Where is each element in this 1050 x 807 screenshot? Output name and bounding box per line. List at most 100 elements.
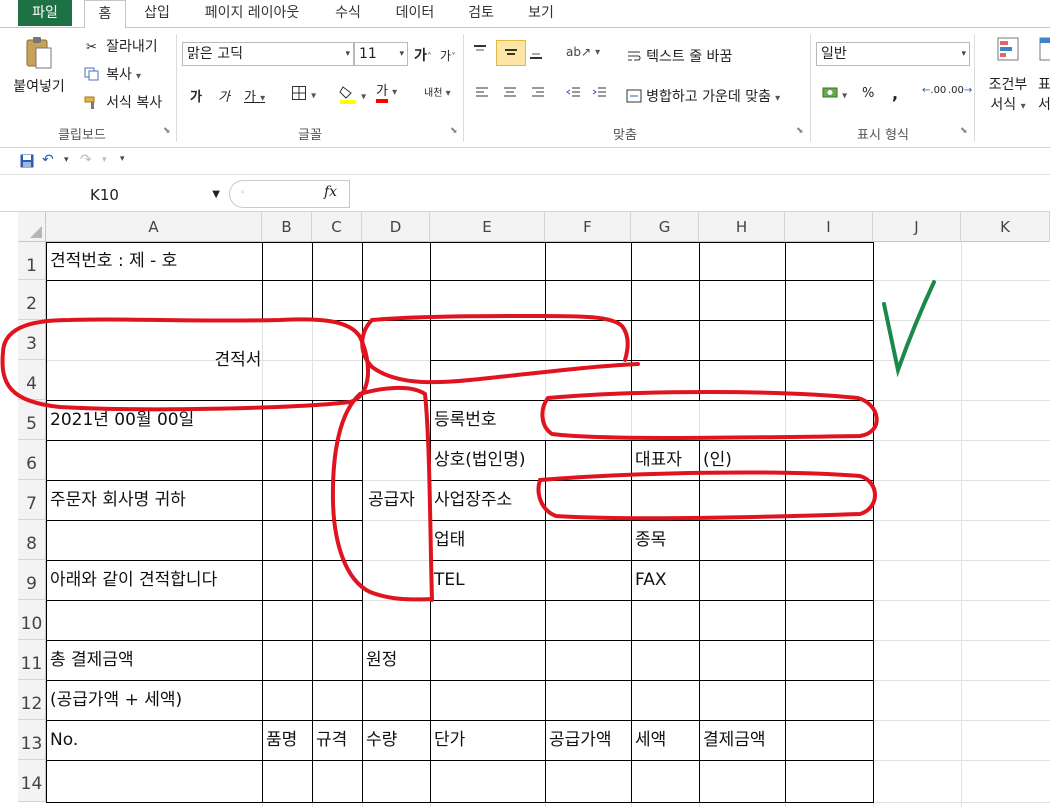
- tab-review[interactable]: 검토: [460, 0, 502, 28]
- font-size-combo[interactable]: 11 ▾: [354, 42, 408, 66]
- accounting-format-button[interactable]: ▾: [822, 86, 847, 104]
- formula-input[interactable]: [349, 180, 1050, 208]
- cell-a7[interactable]: 주문자 회사명 귀하: [50, 489, 186, 511]
- align-bottom-button[interactable]: [528, 46, 544, 64]
- customize-toolbar-icon[interactable]: ▾: [120, 154, 125, 164]
- cell-a9[interactable]: 아래와 같이 견적합니다: [50, 569, 217, 591]
- percent-button[interactable]: %: [862, 86, 874, 101]
- row-header-6[interactable]: 6: [18, 440, 46, 480]
- column-header-g[interactable]: G: [631, 212, 699, 242]
- tab-data[interactable]: 데이터: [388, 0, 442, 28]
- tab-file[interactable]: 파일: [18, 0, 72, 26]
- align-center-button[interactable]: [502, 86, 518, 104]
- tab-view[interactable]: 보기: [520, 0, 562, 28]
- row-header-8[interactable]: 8: [18, 520, 46, 560]
- italic-button[interactable]: 가: [218, 86, 230, 105]
- save-icon[interactable]: [20, 154, 34, 172]
- number-format-combo[interactable]: 일반 ▾: [816, 42, 970, 66]
- cell-h6[interactable]: (인): [703, 449, 732, 471]
- row-header-12[interactable]: 12: [18, 680, 46, 720]
- copy-button[interactable]: 복사 ▾: [84, 64, 141, 85]
- align-top-button[interactable]: [472, 44, 488, 62]
- align-middle-button[interactable]: [496, 40, 526, 66]
- font-color-button[interactable]: 가 ▾: [376, 84, 397, 103]
- column-header-e[interactable]: E: [430, 212, 545, 242]
- cell-a11[interactable]: 총 결제금액: [50, 649, 134, 671]
- cell-g6[interactable]: 대표자: [635, 449, 682, 471]
- row-header-9[interactable]: 9: [18, 560, 46, 600]
- cell-c13[interactable]: 규격: [316, 729, 347, 751]
- cell-d13[interactable]: 수량: [366, 729, 397, 751]
- column-header-j[interactable]: J: [873, 212, 961, 242]
- format-painter-button[interactable]: 서식 복사: [84, 92, 162, 113]
- tab-page-layout[interactable]: 페이지 레이아웃: [192, 0, 312, 28]
- column-header-i[interactable]: I: [785, 212, 873, 242]
- cell-d11[interactable]: 원정: [366, 649, 397, 671]
- font-name-combo[interactable]: 맑은 고딕 ▾: [182, 42, 354, 66]
- tab-formulas[interactable]: 수식: [327, 0, 369, 28]
- tab-home[interactable]: 홈: [84, 0, 126, 29]
- orientation-button[interactable]: ab↗ ▾: [566, 44, 600, 59]
- row-header-14[interactable]: 14: [18, 760, 46, 802]
- shrink-font-button[interactable]: 가˅: [440, 47, 456, 64]
- cell-e7[interactable]: 사업장주소: [434, 489, 512, 511]
- conditional-formatting-button[interactable]: 조건부 서식 ▾: [980, 36, 1036, 114]
- alignment-dialog-launcher-icon[interactable]: ⬊: [796, 126, 806, 136]
- column-header-f[interactable]: F: [545, 212, 631, 242]
- row-header-2[interactable]: 2: [18, 280, 46, 320]
- formula-bar-handle-icon[interactable]: ◦: [240, 188, 245, 198]
- row-header-1[interactable]: 1: [18, 242, 46, 280]
- cell-g13[interactable]: 세액: [635, 729, 666, 751]
- row-header-10[interactable]: 10: [18, 600, 46, 640]
- row-header-5[interactable]: 5: [18, 400, 46, 440]
- number-dialog-launcher-icon[interactable]: ⬊: [960, 126, 970, 136]
- decrease-decimal-button[interactable]: .00→: [948, 86, 972, 96]
- row-header-3[interactable]: 3: [18, 320, 46, 360]
- column-header-d[interactable]: D: [362, 212, 430, 242]
- redo-icon[interactable]: ↷: [80, 152, 92, 168]
- column-header-k[interactable]: K: [961, 212, 1050, 242]
- fill-color-button[interactable]: ▾: [339, 84, 366, 108]
- cell-e9[interactable]: TEL: [434, 569, 465, 591]
- cell-d7[interactable]: 공급자: [368, 489, 415, 511]
- comma-button[interactable]: ,: [892, 84, 898, 103]
- cell-e6[interactable]: 상호(법인명): [434, 449, 525, 471]
- insert-function-icon[interactable]: fx: [324, 184, 337, 200]
- cell-a13[interactable]: No.: [50, 729, 78, 751]
- worksheet-grid[interactable]: ABCDEFGHIJK 1 2 3 4 5 6 7 8 9 10 11 12 13 14 견적번호 : 제…: [0, 212, 1050, 807]
- name-box[interactable]: K10 ▼: [18, 182, 228, 208]
- increase-decimal-button[interactable]: ←.00: [922, 86, 946, 96]
- cell-a3[interactable]: 견적서: [46, 349, 430, 371]
- format-as-table-button[interactable]: 표 서: [1038, 36, 1050, 114]
- borders-button[interactable]: ▾: [291, 85, 316, 105]
- increase-indent-button[interactable]: [592, 86, 608, 104]
- row-header-13[interactable]: 13: [18, 720, 46, 760]
- cell-e5[interactable]: 등록번호: [434, 409, 497, 431]
- cell-a12[interactable]: (공급가액 + 세액): [50, 689, 182, 711]
- cell-f13[interactable]: 공급가액: [549, 729, 612, 751]
- cell-g9[interactable]: FAX: [635, 569, 667, 591]
- font-dialog-launcher-icon[interactable]: ⬊: [450, 126, 460, 136]
- cell-h13[interactable]: 결제금액: [703, 729, 766, 751]
- underline-button[interactable]: 가 ▾: [244, 86, 265, 105]
- cell-a1[interactable]: 견적번호 : 제 - 호: [50, 250, 177, 272]
- phonetic-button[interactable]: 내천 ▾: [424, 84, 451, 99]
- row-header-7[interactable]: 7: [18, 480, 46, 520]
- decrease-indent-button[interactable]: [566, 86, 582, 104]
- undo-icon[interactable]: ↶: [42, 152, 54, 168]
- clipboard-dialog-launcher-icon[interactable]: ⬊: [163, 126, 173, 136]
- undo-dropdown-icon[interactable]: ▾: [64, 155, 69, 165]
- column-header-b[interactable]: B: [262, 212, 312, 242]
- cell-a5[interactable]: 2021년 00월 00일: [50, 409, 194, 431]
- row-header-11[interactable]: 11: [18, 640, 46, 680]
- select-all-button[interactable]: [18, 212, 46, 242]
- paste-button[interactable]: 붙여넣기: [2, 34, 76, 114]
- cell-b13[interactable]: 품명: [266, 729, 297, 751]
- bold-button[interactable]: 가: [190, 86, 202, 105]
- row-header-4[interactable]: 4: [18, 360, 46, 400]
- redo-dropdown-icon[interactable]: ▾: [102, 155, 107, 165]
- align-right-button[interactable]: [530, 86, 546, 104]
- align-left-button[interactable]: [474, 86, 490, 104]
- column-header-h[interactable]: H: [699, 212, 785, 242]
- cell-e8[interactable]: 업태: [434, 529, 465, 551]
